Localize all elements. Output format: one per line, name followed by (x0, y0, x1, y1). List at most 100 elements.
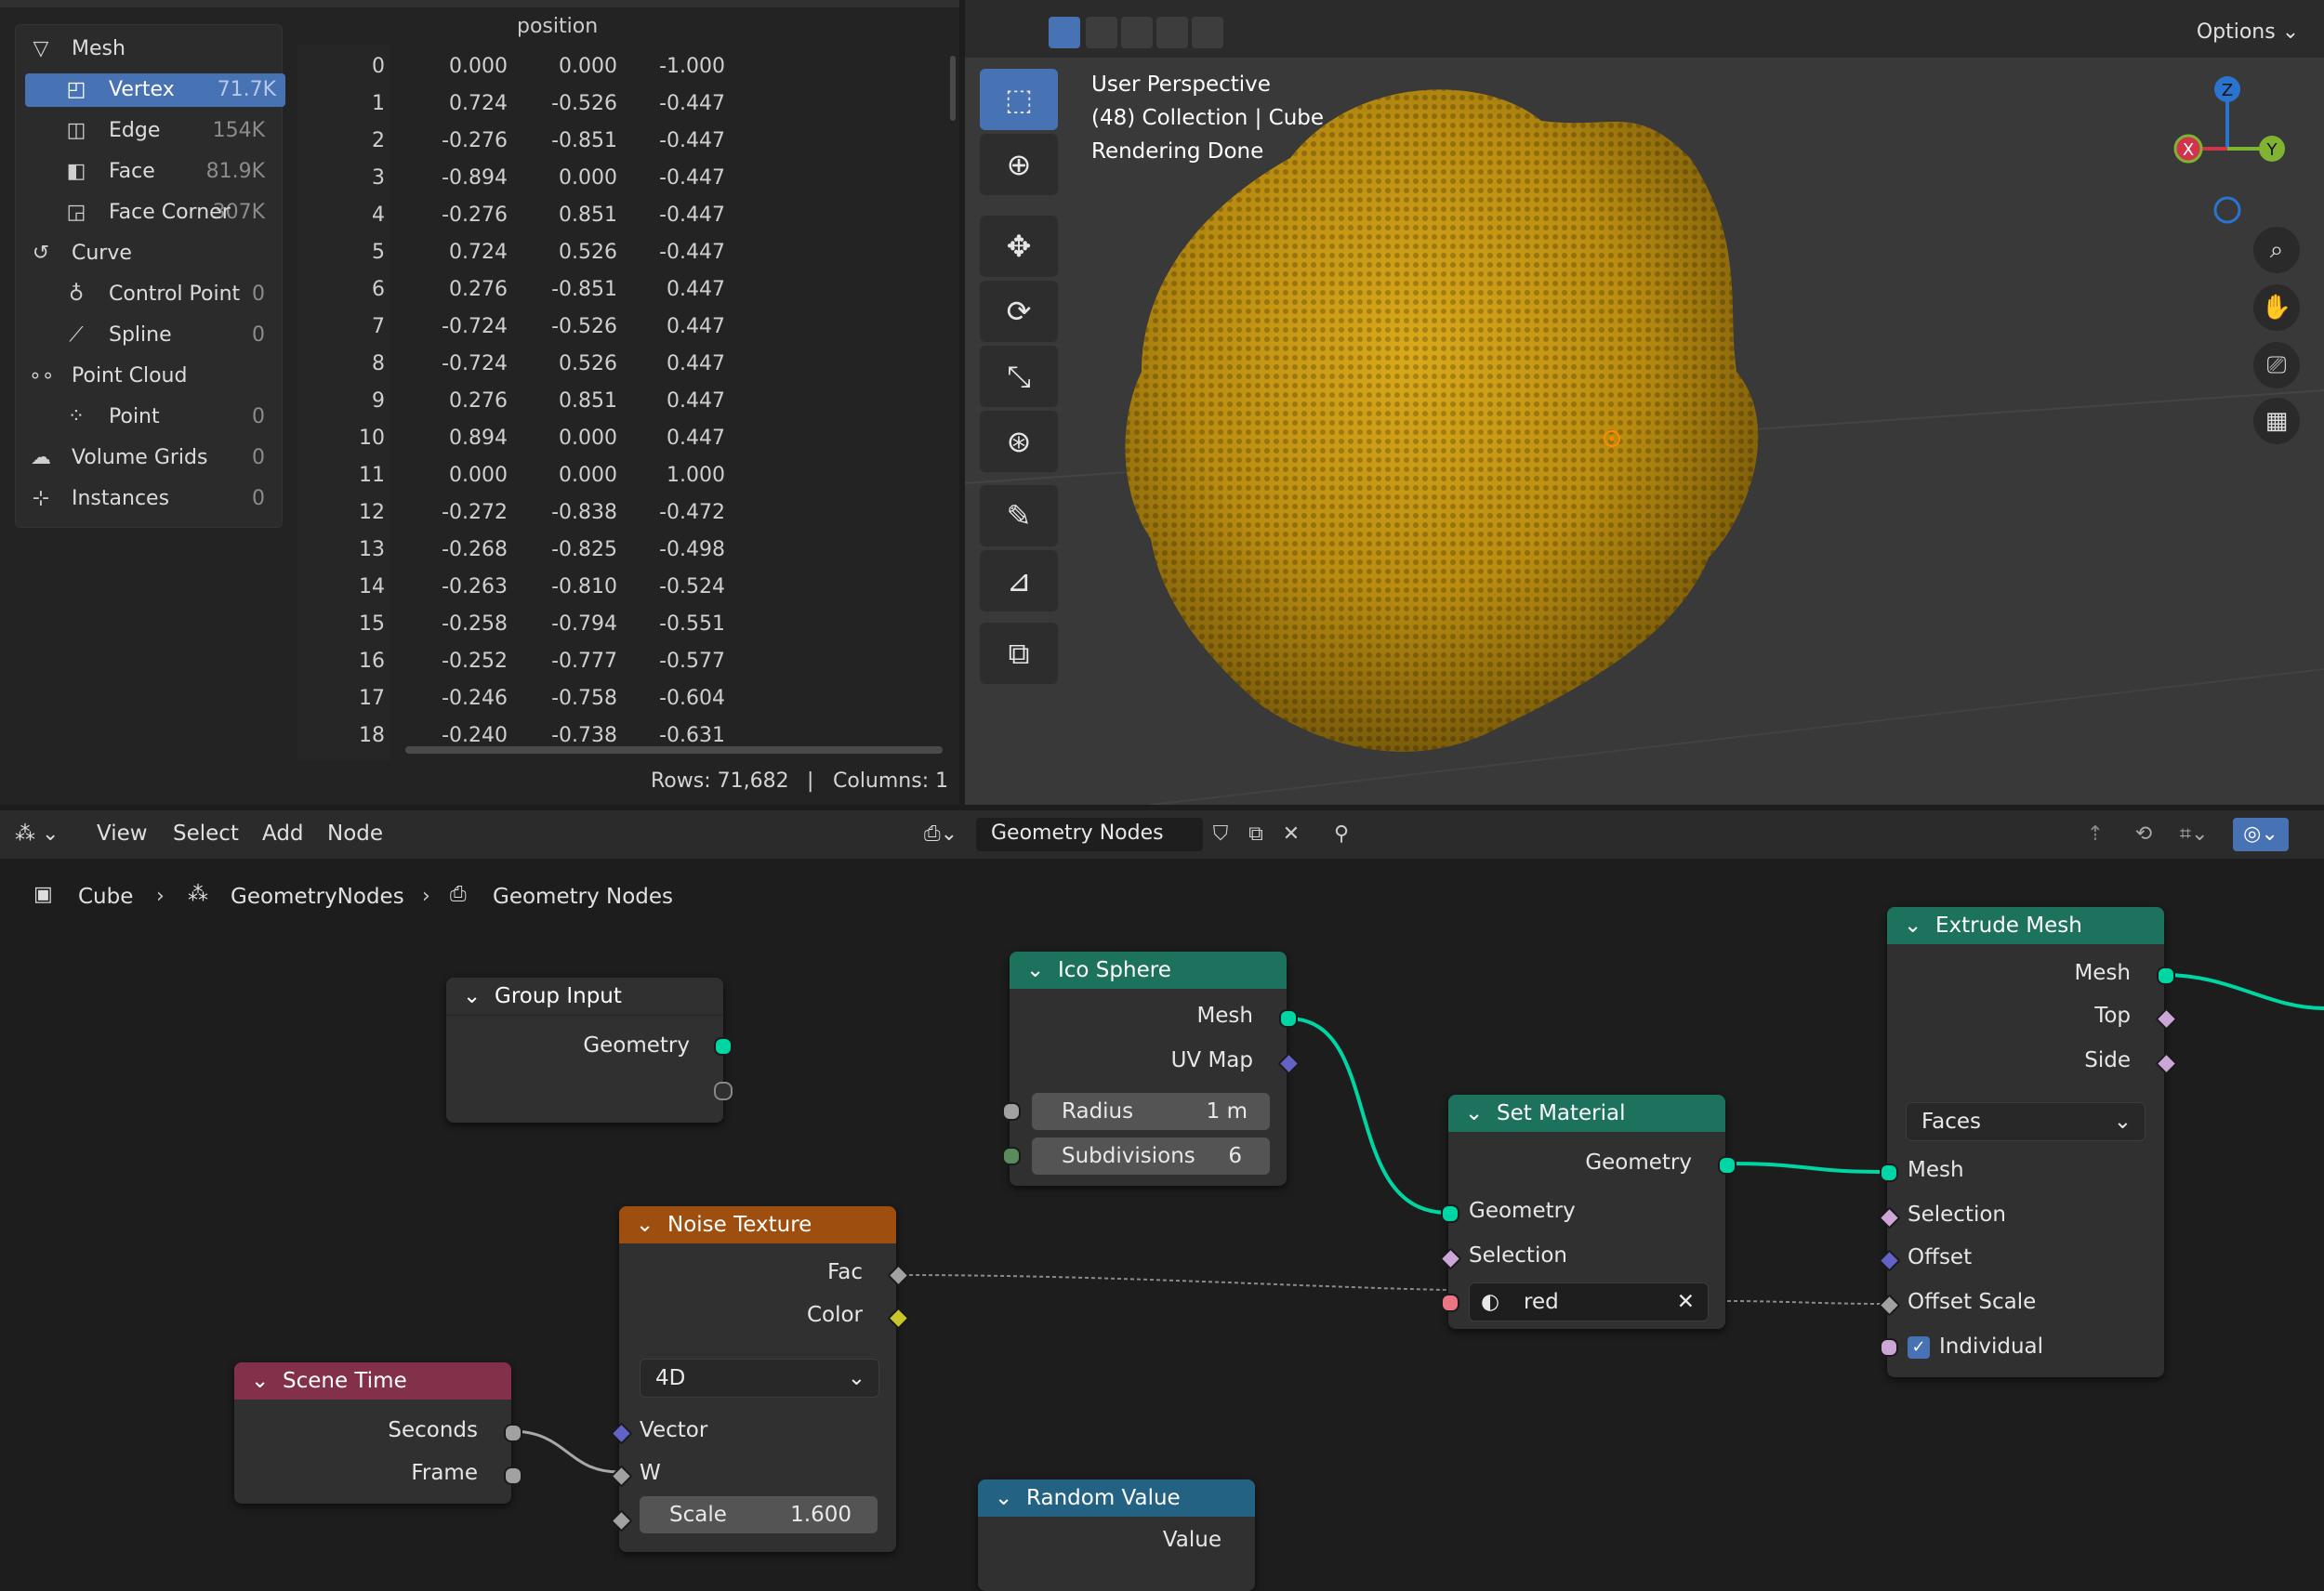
node-group-input[interactable]: ⌄ Group Input Geometry (446, 978, 733, 1123)
zoom-icon[interactable]: ⌕ (2253, 227, 2300, 273)
socket-geometry-in[interactable] (1441, 1204, 1459, 1223)
fake-user-shield-icon[interactable]: ⛉ (1205, 818, 1236, 851)
overlays-icon[interactable]: ◎⌄ (2233, 818, 2289, 851)
data-set-volume-grids[interactable]: ☁ Volume Grids 0 (16, 440, 282, 477)
data-set-instances[interactable]: ⊹ Instances 0 (16, 480, 282, 518)
status-separator: | (807, 769, 814, 793)
node-header[interactable]: ⌄ Scene Time (234, 1362, 511, 1400)
navigation-gizmo[interactable]: Z X Y (2157, 65, 2287, 232)
node-extrude-mesh[interactable]: ⌄ Extrude Mesh Mesh Top Side Faces ⌄ Mes… (1878, 907, 2178, 1377)
socket-material-in[interactable] (1441, 1294, 1459, 1312)
select-box-tool-icon[interactable]: ⬚ (980, 69, 1058, 130)
subdivisions-field[interactable]: Subdivisions 6 (1032, 1137, 1270, 1175)
data-set-vertex[interactable]: ◰ Vertex 71.7K (16, 72, 285, 109)
node-set-material[interactable]: ⌄ Set Material Geometry Geometry Selecti… (1439, 1095, 1736, 1329)
socket-seconds-out[interactable] (504, 1424, 522, 1442)
socket-empty-out[interactable] (714, 1082, 733, 1100)
data-set-control-point[interactable]: ♁ Control Point 0 (16, 276, 282, 313)
menu-node[interactable]: Node (327, 822, 383, 846)
camera-icon[interactable]: ⎚ (2253, 342, 2300, 388)
node-header[interactable]: ⌄ Random Value (978, 1479, 1255, 1517)
position-component-y: 0.526 (559, 241, 617, 264)
cursor-tool-icon[interactable]: ⊕ (980, 134, 1058, 195)
table-row: 15 -0.258 -0.794 -0.551 (297, 606, 959, 643)
collapse-chevron-icon[interactable]: ⌄ (1026, 952, 1044, 989)
individual-checkbox[interactable]: ✓ (1908, 1336, 1930, 1359)
editor-type-icon[interactable]: ⁂ ⌄ (15, 818, 71, 851)
row-index: 3 (372, 166, 385, 190)
radius-field[interactable]: Radius 1 m (1032, 1093, 1270, 1130)
column-header-position[interactable]: position (517, 15, 598, 38)
socket-subdivisions-in[interactable] (1002, 1147, 1021, 1165)
scale-field[interactable]: Scale 1.600 (640, 1496, 878, 1533)
select-extend-mode-icon[interactable] (1086, 17, 1117, 48)
collapse-chevron-icon[interactable]: ⌄ (1465, 1095, 1483, 1132)
material-selector[interactable]: ◐ red ✕ (1469, 1282, 1709, 1321)
data-set-spline[interactable]: ⟋ Spline 0 (16, 317, 282, 354)
menu-view[interactable]: View (97, 822, 148, 846)
control-point-icon: ♁ (68, 283, 85, 306)
duplicate-icon[interactable]: ⧉ (1240, 818, 1272, 851)
annotate-tool-icon[interactable]: ✎ (980, 485, 1058, 546)
collapse-chevron-icon[interactable]: ⌄ (995, 1479, 1012, 1517)
node-header[interactable]: ⌄ Set Material (1448, 1095, 1725, 1132)
collapse-chevron-icon[interactable]: ⌄ (636, 1206, 654, 1243)
select-intersect-mode-icon[interactable] (1192, 17, 1223, 48)
socket-individual-in[interactable] (1880, 1338, 1898, 1357)
socket-frame-out[interactable] (504, 1466, 522, 1485)
socket-geometry-out[interactable] (714, 1037, 733, 1056)
transform-tool-icon[interactable]: ⊛ (980, 411, 1058, 472)
perspective-grid-icon[interactable]: ▦ (2253, 398, 2300, 444)
gizmo-neg-z-ball[interactable] (2213, 196, 2241, 224)
select-box-mode-icon[interactable] (1049, 17, 1080, 48)
column-header[interactable]: position (297, 11, 959, 45)
node-ico-sphere[interactable]: ⌄ Ico Sphere Mesh UV Map Radius 1 m Subd… (1002, 952, 1301, 1186)
options-dropdown[interactable]: Options ⌄ (2188, 13, 2307, 52)
data-set-edge[interactable]: ◫ Edge 154K (16, 112, 282, 150)
node-noise-texture[interactable]: ⌄ Noise Texture Fac Color 4D ⌄ Vector W … (610, 1206, 910, 1552)
collapse-chevron-icon[interactable]: ⌄ (1904, 907, 1921, 944)
extrude-mode-dropdown[interactable]: Faces ⌄ (1906, 1102, 2146, 1141)
collapse-chevron-icon[interactable]: ⌄ (251, 1362, 269, 1400)
socket-radius-in[interactable] (1002, 1102, 1021, 1121)
socket-mesh-in[interactable] (1880, 1164, 1898, 1182)
horizontal-scrollbar[interactable] (405, 746, 943, 754)
socket-geometry-out[interactable] (1718, 1156, 1736, 1175)
snap-element-icon[interactable]: ⌗⌄ (2166, 818, 2222, 851)
data-set-mesh[interactable]: ▽ Mesh (16, 31, 282, 68)
node-header[interactable]: ⌄ Group Input (446, 978, 723, 1016)
data-set-point[interactable]: ⁘ Point 0 (16, 399, 282, 436)
select-subtract-mode-icon[interactable] (1121, 17, 1153, 48)
menu-add[interactable]: Add (262, 822, 304, 846)
close-icon[interactable]: ✕ (1275, 818, 1307, 851)
socket-mesh-out[interactable] (1279, 1009, 1298, 1028)
unlink-close-icon[interactable]: ✕ (1677, 1283, 1695, 1321)
pan-hand-icon[interactable]: ✋ (2253, 284, 2300, 331)
position-component-x: 0.000 (449, 55, 508, 78)
data-set-point-cloud[interactable]: ∘∘ Point Cloud (16, 358, 282, 395)
dimensions-dropdown[interactable]: 4D ⌄ (640, 1359, 879, 1398)
data-set-curve[interactable]: ↺ Curve (16, 235, 282, 272)
node-header[interactable]: ⌄ Extrude Mesh (1887, 907, 2164, 944)
node-tree-browse-icon[interactable]: ⎙⌄ (924, 818, 976, 851)
scale-tool-icon[interactable]: ⤡ (980, 346, 1058, 407)
move-tool-icon[interactable]: ✥ (980, 216, 1058, 277)
select-invert-mode-icon[interactable] (1156, 17, 1188, 48)
pin-icon[interactable]: ⚲ (1326, 818, 1357, 851)
rotate-tool-icon[interactable]: ⟳ (980, 281, 1058, 342)
add-cube-tool-icon[interactable]: ⧉ (980, 623, 1058, 684)
node-random-value[interactable]: ⌄ Random Value Value (978, 1479, 1255, 1591)
menu-select[interactable]: Select (173, 822, 239, 846)
socket-mesh-out[interactable] (2157, 966, 2175, 985)
data-set-face-corner[interactable]: ◲ 307K Face Corner (16, 194, 282, 231)
parent-node-tree-icon[interactable]: ⇡ (2079, 818, 2112, 851)
node-scene-time[interactable]: ⌄ Scene Time Seconds Frame (234, 1362, 522, 1504)
node-header[interactable]: ⌄ Ico Sphere (1010, 952, 1287, 989)
vertical-scrollbar[interactable] (950, 56, 956, 121)
data-set-face[interactable]: ◧ Face 81.9K (16, 153, 282, 191)
measure-tool-icon[interactable]: ⊿ (980, 550, 1058, 611)
snap-icon[interactable]: ⟲ (2127, 818, 2160, 851)
collapse-chevron-icon[interactable]: ⌄ (463, 978, 481, 1015)
node-tree-name-field[interactable]: Geometry Nodes (976, 818, 1203, 851)
node-header[interactable]: ⌄ Noise Texture (619, 1206, 896, 1243)
